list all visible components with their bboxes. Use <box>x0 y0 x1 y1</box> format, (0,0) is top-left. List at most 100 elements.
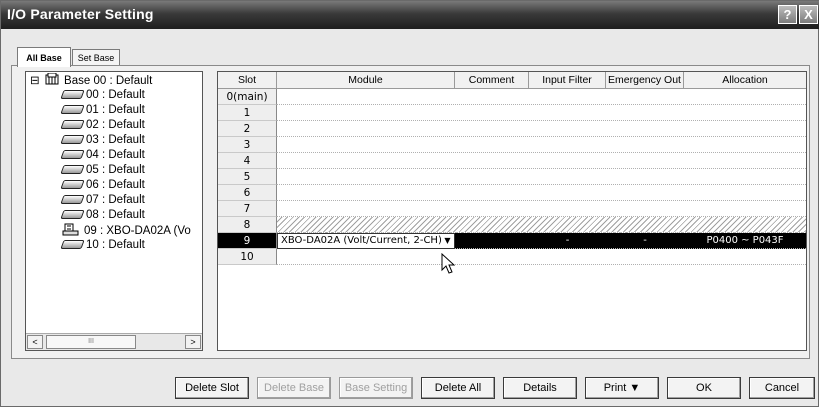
row-cells[interactable]: XBO-DA02A (Volt/Current, 2-CH) ▼ - - P04… <box>277 233 806 249</box>
table-row[interactable]: 7 <box>218 201 806 217</box>
tree-item-label: 06 : Default <box>86 179 145 191</box>
row-cells[interactable] <box>277 169 806 185</box>
tree-root-base-00[interactable]: ⊟ Base 00 : Default <box>30 72 153 88</box>
module-icon <box>60 90 85 100</box>
scroll-thumb[interactable]: III <box>46 335 136 349</box>
tree-item-label: 10 : Default <box>86 239 145 251</box>
slot-cell[interactable]: 0(main) <box>218 89 277 105</box>
tree-item[interactable]: 06 : Default <box>60 178 145 193</box>
tree-item-selected[interactable]: 09 : XBO-DA02A (Vo <box>62 223 191 238</box>
help-button[interactable]: ? <box>778 5 797 24</box>
window-title: I/O Parameter Setting <box>7 6 154 22</box>
row-cells[interactable] <box>277 89 806 105</box>
slot-cell[interactable]: 10 <box>218 249 277 265</box>
slot-grid[interactable]: Slot Module Comment Input Filter Emergen… <box>217 71 807 351</box>
column-header-module[interactable]: Module <box>277 72 455 89</box>
row-cells[interactable] <box>277 153 806 169</box>
table-row[interactable]: 0(main) <box>218 89 806 105</box>
tree-item[interactable]: 03 : Default <box>60 133 145 148</box>
column-header-slot[interactable]: Slot <box>218 72 277 89</box>
tree-item-label: 05 : Default <box>86 164 145 176</box>
row-cells[interactable] <box>277 137 806 153</box>
slot-cell[interactable]: 2 <box>218 121 277 137</box>
scroll-right-button[interactable]: > <box>185 335 201 349</box>
input-filter-cell[interactable]: - <box>529 233 606 249</box>
tree-item-label: 00 : Default <box>86 89 145 101</box>
module-select[interactable]: XBO-DA02A (Volt/Current, 2-CH) ▼ <box>277 233 455 249</box>
row-cells[interactable] <box>277 121 806 137</box>
slot-cell[interactable]: 3 <box>218 137 277 153</box>
slot-cell[interactable]: 7 <box>218 201 277 217</box>
tree-item[interactable]: 08 : Default <box>60 208 145 223</box>
table-row-selected[interactable]: 9 XBO-DA02A (Volt/Current, 2-CH) ▼ - - P… <box>218 233 806 249</box>
tree-item[interactable]: 01 : Default <box>60 103 145 118</box>
mouse-cursor-icon <box>441 253 455 274</box>
slot-cell[interactable]: 4 <box>218 153 277 169</box>
table-row[interactable]: 3 <box>218 137 806 153</box>
tab-all-base[interactable]: All Base <box>17 47 71 67</box>
module-icon <box>60 135 85 145</box>
tree-item-label: 07 : Default <box>86 194 145 206</box>
module-icon <box>60 165 85 175</box>
module-icon <box>60 195 85 205</box>
tree-item-label: 04 : Default <box>86 149 145 161</box>
table-row-occupied[interactable]: 8 <box>218 217 806 233</box>
chevron-down-icon[interactable]: ▼ <box>442 235 453 247</box>
module-icon <box>60 240 85 250</box>
table-row[interactable]: 5 <box>218 169 806 185</box>
base-icon <box>45 72 59 85</box>
tree-item[interactable]: 00 : Default <box>60 88 145 103</box>
slot-cell[interactable]: 1 <box>218 105 277 121</box>
tree-item[interactable]: 04 : Default <box>60 148 145 163</box>
module-icon <box>60 210 85 220</box>
tree-item[interactable]: 07 : Default <box>60 193 145 208</box>
scroll-left-button[interactable]: < <box>27 335 43 349</box>
delete-slot-button[interactable]: Delete Slot <box>175 377 249 399</box>
print-button[interactable]: Print ▼ <box>585 377 659 399</box>
row-cells[interactable] <box>277 201 806 217</box>
column-header-allocation[interactable]: Allocation <box>684 72 806 89</box>
row-cells[interactable] <box>277 185 806 201</box>
collapse-icon[interactable]: ⊟ <box>30 75 40 87</box>
row-cells[interactable] <box>277 249 806 265</box>
table-row[interactable]: 2 <box>218 121 806 137</box>
title-bar[interactable]: I/O Parameter Setting ? X <box>1 1 819 29</box>
row-cells-hatched[interactable] <box>277 217 806 233</box>
module-icon <box>60 105 85 115</box>
module-icon <box>60 180 85 190</box>
column-header-comment[interactable]: Comment <box>455 72 529 89</box>
table-row[interactable]: 1 <box>218 105 806 121</box>
analog-module-icon <box>62 223 79 236</box>
tree-item-label: 02 : Default <box>86 119 145 131</box>
comment-cell[interactable] <box>455 233 529 249</box>
tree-horizontal-scrollbar[interactable]: < III > <box>26 333 202 350</box>
emergency-out-cell[interactable]: - <box>606 233 684 249</box>
column-header-input-filter[interactable]: Input Filter <box>529 72 606 89</box>
ok-button[interactable]: OK <box>667 377 741 399</box>
table-row[interactable]: 6 <box>218 185 806 201</box>
slot-cell[interactable]: 5 <box>218 169 277 185</box>
table-row[interactable]: 4 <box>218 153 806 169</box>
close-button[interactable]: X <box>799 5 818 24</box>
slot-cell[interactable]: 8 <box>218 217 277 233</box>
module-select-value: XBO-DA02A (Volt/Current, 2-CH) <box>281 235 442 246</box>
base-setting-button[interactable]: Base Setting <box>339 377 413 399</box>
tree-item-label: 03 : Default <box>86 134 145 146</box>
tree-root-label: Base 00 : Default <box>64 75 153 87</box>
tree-item-label: 08 : Default <box>86 209 145 221</box>
delete-all-button[interactable]: Delete All <box>421 377 495 399</box>
delete-base-button[interactable]: Delete Base <box>257 377 331 399</box>
tree-item[interactable]: 10 : Default <box>60 238 145 253</box>
slot-cell[interactable]: 6 <box>218 185 277 201</box>
details-button[interactable]: Details <box>503 377 577 399</box>
tree-item[interactable]: 05 : Default <box>60 163 145 178</box>
column-header-emergency-out[interactable]: Emergency Out <box>606 72 684 89</box>
tree-item[interactable]: 02 : Default <box>60 118 145 133</box>
base-tree[interactable]: ⊟ Base 00 : Default 00 : Default 01 : De… <box>25 71 203 351</box>
tree-item-label: 01 : Default <box>86 104 145 116</box>
cancel-button[interactable]: Cancel <box>749 377 815 399</box>
allocation-cell: P0400 ~ P043F <box>706 235 784 246</box>
row-cells[interactable] <box>277 105 806 121</box>
table-row[interactable]: 10 <box>218 249 806 265</box>
slot-cell[interactable]: 9 <box>218 233 277 249</box>
